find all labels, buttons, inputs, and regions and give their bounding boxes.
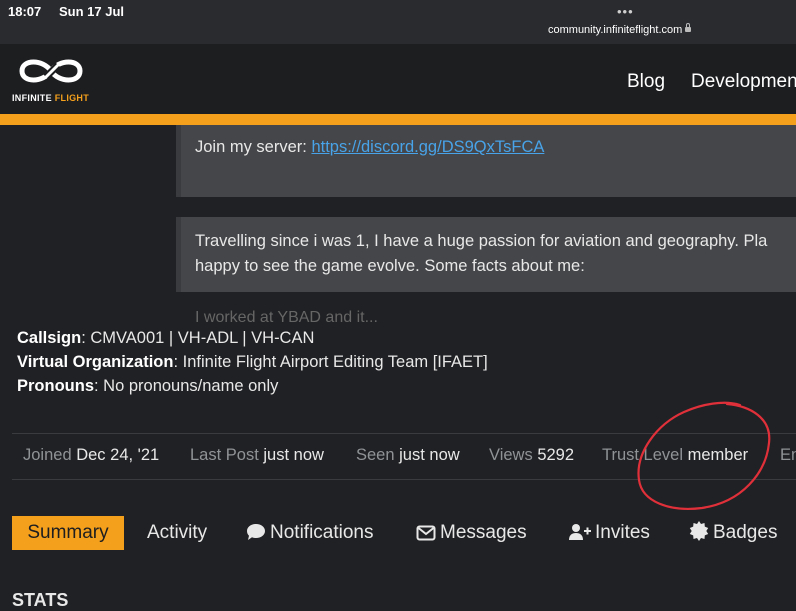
stat-seen: Seen just now bbox=[356, 446, 460, 465]
stat-truncated: En bbox=[780, 446, 796, 465]
infinite-flight-logo[interactable] bbox=[16, 54, 86, 93]
user-plus-icon bbox=[569, 524, 591, 540]
logo-word-infinite: INFINITE bbox=[12, 93, 52, 103]
field-vo-value: : Infinite Flight Airport Editing Team [… bbox=[173, 353, 488, 371]
nav-blog-link[interactable]: Blog bbox=[627, 71, 665, 93]
tab-notifications[interactable]: Notifications bbox=[246, 516, 374, 550]
infinity-logo-icon bbox=[19, 59, 83, 83]
stats-section-heading: STATS bbox=[12, 590, 69, 610]
nav-development-link[interactable]: Development bbox=[691, 71, 796, 93]
envelope-icon bbox=[416, 525, 436, 541]
bio-quote-about bbox=[176, 217, 796, 292]
tab-summary[interactable]: Summary bbox=[12, 516, 124, 550]
logo-wordmark: INFINITE FLIGHT bbox=[12, 93, 89, 103]
field-callsign-value: : CMVA001 | VH-ADL | VH-CAN bbox=[81, 329, 315, 347]
tab-activity-label: Activity bbox=[147, 522, 208, 543]
field-callsign: Callsign: CMVA001 | VH-ADL | VH-CAN bbox=[17, 329, 314, 348]
tab-invites-label: Invites bbox=[595, 522, 650, 543]
tab-badges-label: Badges bbox=[713, 522, 778, 543]
multitasking-dots[interactable]: ••• bbox=[617, 4, 634, 19]
lock-icon bbox=[685, 23, 692, 32]
logo-word-flight: FLIGHT bbox=[54, 93, 90, 103]
stat-seen-label: Seen bbox=[356, 446, 395, 464]
address-bar-url[interactable]: community.infiniteflight.com bbox=[548, 23, 692, 36]
bio-paragraph-line-2: happy to see the game evolve. Some facts… bbox=[195, 257, 585, 275]
field-virtual-organization: Virtual Organization: Infinite Flight Ai… bbox=[17, 353, 488, 372]
stat-last-post-value[interactable]: just now bbox=[263, 446, 324, 464]
stat-last-post-label: Last Post bbox=[190, 446, 259, 464]
bio-paragraph-line-1: Travelling since i was 1, I have a huge … bbox=[195, 232, 768, 250]
stat-views-label: Views bbox=[489, 446, 533, 464]
stat-seen-value: just now bbox=[399, 446, 460, 464]
stat-last-post: Last Post just now bbox=[190, 446, 324, 465]
tab-notifications-label: Notifications bbox=[270, 522, 374, 543]
field-callsign-label: Callsign bbox=[17, 329, 82, 347]
tab-messages-label: Messages bbox=[440, 522, 527, 543]
red-circle-annotation bbox=[637, 401, 771, 510]
tab-messages[interactable]: Messages bbox=[416, 516, 527, 550]
status-date: Sun 17 Jul bbox=[59, 4, 125, 19]
stat-truncated-label: En bbox=[780, 446, 796, 464]
bio-faded-line: I worked at YBAD and it... bbox=[195, 309, 378, 326]
field-pronouns-label: Pronouns bbox=[17, 377, 94, 395]
site-header: INFINITE FLIGHT Blog Development bbox=[0, 44, 796, 114]
stat-joined: Joined Dec 24, '21 bbox=[23, 446, 159, 465]
tab-activity[interactable]: Activity bbox=[147, 516, 207, 550]
comment-icon bbox=[247, 524, 265, 540]
badge-icon bbox=[689, 521, 709, 541]
tab-invites[interactable]: Invites bbox=[569, 516, 650, 550]
field-vo-label: Virtual Organization bbox=[17, 353, 174, 371]
status-bar: 18:07 Sun 17 Jul ••• community.infinitef… bbox=[0, 0, 796, 44]
url-text: community.infiniteflight.com bbox=[548, 24, 683, 36]
header-accent-bar bbox=[0, 114, 796, 125]
server-line: Join my server: https://discord.gg/DS9Qx… bbox=[195, 138, 544, 157]
status-time: 18:07 bbox=[8, 4, 42, 19]
bio-quote-server bbox=[176, 125, 796, 197]
tab-summary-label: Summary bbox=[27, 522, 109, 543]
discord-link[interactable]: https://discord.gg/DS9QxTsFCA bbox=[311, 138, 544, 156]
field-pronouns-value: : No pronouns/name only bbox=[94, 377, 279, 395]
stat-views-value: 5292 bbox=[537, 446, 575, 464]
tab-badges[interactable]: Badges bbox=[689, 516, 777, 550]
stat-joined-label: Joined bbox=[23, 446, 72, 464]
stat-joined-value[interactable]: Dec 24, '21 bbox=[76, 446, 159, 464]
stat-views: Views 5292 bbox=[489, 446, 574, 465]
field-pronouns: Pronouns: No pronouns/name only bbox=[17, 377, 278, 396]
server-label: Join my server: bbox=[195, 138, 312, 156]
